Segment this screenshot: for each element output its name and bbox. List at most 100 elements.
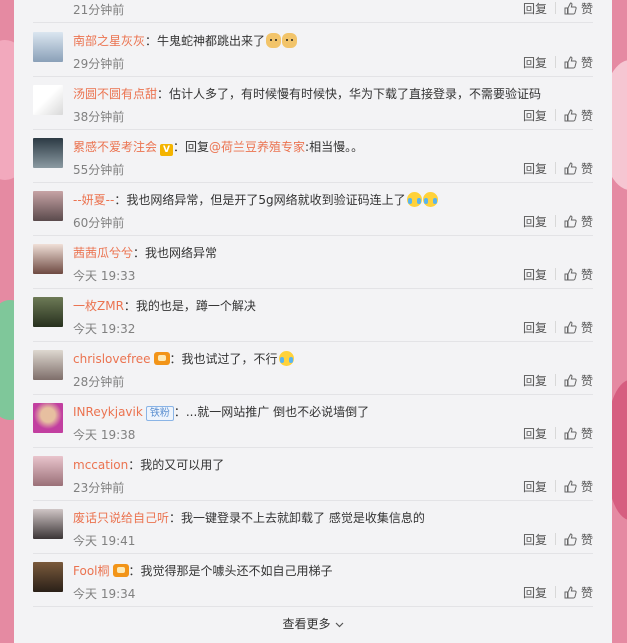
thumbs-up-icon [564,479,577,492]
username-link[interactable]: 一枚ZMR [73,299,124,313]
thumbs-up-icon [564,373,577,386]
reply-button[interactable]: 回复 [523,584,547,601]
like-label: 赞 [580,373,593,388]
avatar[interactable] [33,350,63,380]
avatar[interactable] [33,85,63,115]
comment-content: 汤圆不圆有点甜：估计人多了，有时候慢有时候快，华为下载了直接登录，不需要验证码 3… [73,86,593,124]
see-more-label: 查看更多 [282,617,331,631]
comment-content: 茜茜瓜兮兮：我也网络异常 今天 19:33 [73,245,593,283]
divider [554,162,556,174]
comment-content: Fool桐 ：我觉得那是个噱头还不如自己用梯子 今天 19:34 [73,563,593,601]
comment-time: 28分钟前 [73,375,125,389]
like-button[interactable]: 赞 [564,478,593,495]
username-link[interactable]: 茜茜瓜兮兮 [73,246,133,260]
avatar[interactable] [33,403,63,433]
reply-button[interactable]: 回复 [523,531,547,548]
thumbs-up-icon [564,214,577,227]
comment-text-prefix: ：回复 [173,140,210,154]
comment-actions: 回复 赞 [523,266,593,283]
username-link[interactable]: --妍夏-- [73,193,114,207]
mention-link[interactable]: @荷兰豆养殖专家 [209,140,305,154]
reply-button[interactable]: 回复 [523,54,547,71]
like-button[interactable]: 赞 [564,372,593,389]
comment-content: INReykjavik 铁粉 ：...就一网站推广 倒也不必说墙倒了 今天 19:38 [73,404,593,442]
thumbs-up-icon [564,585,577,598]
like-button[interactable]: 赞 [564,213,593,230]
username-link[interactable]: 累感不爱考注会 [73,140,157,154]
comment-item: INReykjavik 铁粉 ：...就一网站推广 倒也不必说墙倒了 今天 19:38… [33,394,593,448]
avatar[interactable] [33,32,63,62]
comment-actions: 回复 赞 [523,160,593,177]
reply-button[interactable]: 回复 [523,372,547,389]
username-link[interactable]: INReykjavik [73,405,143,419]
username-link[interactable]: 南部之星灰灰 [73,34,145,48]
like-button[interactable]: 赞 [564,425,593,442]
comment-item: 汤圆不圆有点甜：估计人多了，有时候慢有时候快，华为下载了直接登录，不需要验证码 3… [33,76,593,130]
comment-actions: 回复 赞 [523,54,593,71]
like-button[interactable]: 赞 [564,54,593,71]
avatar[interactable] [33,138,63,168]
divider [554,480,556,492]
comment-time: 38分钟前 [73,110,125,124]
comment-time: 55分钟前 [73,163,125,177]
thumbs-up-icon [564,532,577,545]
comment-item: 南部之星灰灰：牛鬼蛇神都跳出来了 29分钟前 回复 赞 [33,23,593,77]
fan-badge: 铁粉 [145,406,174,421]
comment-text: :相当慢。。 [305,140,364,154]
avatar[interactable] [33,191,63,221]
like-button[interactable]: 赞 [564,107,593,124]
avatar[interactable] [33,456,63,486]
comment-item: Fool桐 ：我觉得那是个噱头还不如自己用梯子 今天 19:34 回复 赞 [33,553,593,607]
like-button[interactable]: 赞 [564,160,593,177]
like-button[interactable]: 赞 [564,266,593,283]
username-link[interactable]: mccation [73,458,128,472]
comment-time: 今天 19:41 [73,534,136,548]
comment-item: 茜茜瓜兮兮：我也网络异常 今天 19:33 回复赞 [33,235,593,289]
thumbs-up-icon [564,1,577,14]
username-link[interactable]: 汤圆不圆有点甜 [73,87,157,101]
divider [554,427,556,439]
reply-button[interactable]: 回复 [523,266,547,283]
comment-time: 29分钟前 [73,57,125,71]
divider [554,215,556,227]
dog-emoji-icon [282,33,298,48]
reply-button[interactable]: 回复 [523,0,547,17]
reply-button[interactable]: 回复 [523,160,547,177]
comment-text: ：我的也是，蹲一个解决 [123,299,256,313]
see-more-link[interactable]: 查看更多 [14,606,612,643]
avatar[interactable] [33,509,63,539]
comment-content: chrislovefree ：我也试过了，不行 28分钟前 [73,351,593,389]
like-button[interactable]: 赞 [564,531,593,548]
comment-text: ：我也网络异常 [133,246,218,260]
thumbs-up-icon [564,320,577,333]
like-button[interactable]: 赞 [564,0,593,17]
reply-button[interactable]: 回复 [523,425,547,442]
reply-button[interactable]: 回复 [523,213,547,230]
username-link[interactable]: Fool桐 [73,564,110,578]
comment-text: ：我也网络异常，但是开了5g网络就收到验证码连上了 [114,193,406,207]
avatar[interactable] [33,562,63,592]
dog-emoji-icon [266,33,282,48]
verified-badge-icon: V [160,144,174,156]
avatar[interactable] [33,297,63,327]
comment-time: 今天 19:32 [73,322,136,336]
reply-button[interactable]: 回复 [523,107,547,124]
like-button[interactable]: 赞 [564,319,593,336]
like-button[interactable]: 赞 [564,584,593,601]
reply-button[interactable]: 回复 [523,478,547,495]
reply-button[interactable]: 回复 [523,319,547,336]
comment-content: 累感不爱考注会 V ：回复@荷兰豆养殖专家:相当慢。。 55分钟前 [73,139,593,177]
comment-time: 60分钟前 [73,216,125,230]
like-label: 赞 [580,585,593,600]
laugh-cry-emoji-icon [422,192,438,207]
like-label: 赞 [580,479,593,494]
comment-text: ：我也试过了，不行 [169,352,278,366]
comment-actions: 回复 赞 [523,372,593,389]
vip-badge-icon [112,564,129,577]
comment-text: ：我一键登录不上去就卸载了 感觉是收集信息的 [169,511,425,525]
comment-text: ：牛鬼蛇神都跳出来了 [145,34,266,48]
username-link[interactable]: chrislovefree [73,352,151,366]
like-label: 赞 [580,214,593,229]
username-link[interactable]: 废话只说给自己听 [73,511,169,525]
avatar[interactable] [33,244,63,274]
